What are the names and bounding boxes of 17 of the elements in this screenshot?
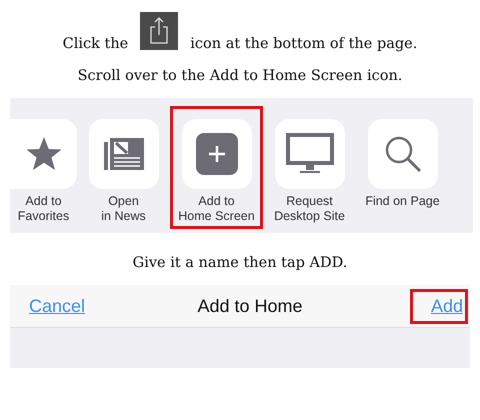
plus-icon: [196, 133, 238, 175]
dialog-title: Add to Home: [197, 296, 303, 316]
action-label: Open in News: [101, 194, 146, 224]
action-label: Add to Favorites: [18, 194, 70, 224]
share-action[interactable]: Find on Page: [356, 106, 449, 229]
share-action[interactable]: Request Desktop Site: [263, 106, 356, 229]
instruction-text: Scroll over to the Add to Home Screen icon.: [76, 68, 404, 84]
action-label: Add to Home Screen: [178, 194, 255, 224]
share-action[interactable]: Add to Home Screen: [170, 106, 263, 229]
share-icon: [140, 12, 178, 50]
instruction-text: icon at the bottom of the page.: [190, 36, 418, 52]
share-action[interactable]: Open in News: [77, 106, 170, 229]
monitor-icon: [286, 133, 334, 175]
action-label: Find on Page: [365, 194, 440, 209]
instruction-text: Give it a name then tap ADD.: [132, 255, 348, 271]
instruction-text: Click the: [62, 36, 128, 52]
action-label: Request Desktop Site: [274, 194, 345, 224]
